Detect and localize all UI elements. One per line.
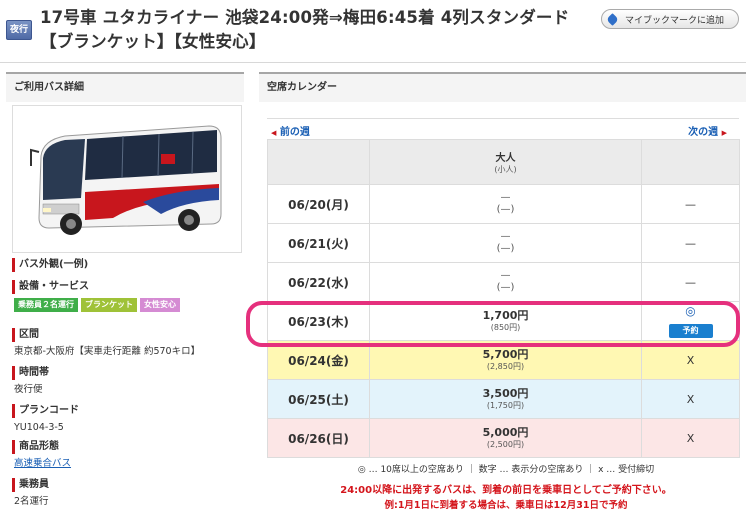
route-label: 区間 [12, 328, 200, 342]
row-fare: — (—) [369, 262, 642, 302]
adult-fare: 5,000円 [482, 425, 529, 439]
adult-fare: — [500, 270, 511, 281]
row-date: 06/23(木) [267, 301, 370, 341]
row-date: 06/22(水) [267, 262, 370, 302]
child-label: (小人) [494, 165, 517, 174]
row-status: ◎ 予約 [641, 301, 740, 341]
child-fare: (2,850円) [486, 361, 525, 371]
next-week-label: 次の週 [688, 127, 719, 138]
date-column-header [267, 139, 370, 185]
bus-details-panel: ご利用バス詳細 バス外観(一例) 設備・サービス 乗務員２名運行 ブランケット … [6, 72, 244, 512]
availability-calendar: ◀ 前の週 次の週 ▶ 大人 (小人) 06/20(月) — (—) — 06/… [267, 118, 740, 458]
page-header: 夜行 17号車 ユタカライナー 池袋24:00発⇒梅田6:45着 4列スタンダー… [0, 0, 746, 63]
facility-tags: 乗務員２名運行 ブランケット 女性安心 [14, 298, 180, 312]
table-row: 06/26(日) 5,000円 (2,500円) X [267, 418, 740, 458]
time-section: 時間帯 夜行便 [12, 366, 49, 397]
child-fare: (850円) [490, 322, 521, 332]
product-type-section: 商品形態 高速乗合バス [12, 440, 71, 471]
bus-illustration [30, 125, 222, 235]
calendar-legend: ◎ … 10席以上の空席あり ｜ 数字 … 表示分の空席あり ｜ x … 受付締… [357, 465, 655, 475]
table-row-highlighted: 06/23(木) 1,700円 (850円) ◎ 予約 [267, 301, 740, 341]
photo-caption-section: バス外観(一例) [12, 258, 88, 272]
table-row: 06/22(水) — (—) — [267, 262, 740, 302]
row-date: 06/21(火) [267, 223, 370, 263]
row-status: — [641, 184, 740, 224]
row-fare: 5,000円 (2,500円) [369, 418, 642, 458]
bus-details-heading: ご利用バス詳細 [6, 72, 244, 102]
departure-notice: 24:00以降に出発するバスは、到着の前日を乗車日としてご予約下さい。 [340, 485, 672, 496]
table-row: 06/25(土) 3,500円 (1,750円) X [267, 379, 740, 419]
row-status: X [641, 379, 740, 419]
fare-column-header: 大人 (小人) [369, 139, 642, 185]
night-bus-badge: 夜行 [6, 20, 32, 40]
adult-fare: 5,700円 [482, 347, 529, 361]
child-fare: (—) [496, 204, 515, 215]
crew-section: 乗務員 2名運行 [12, 478, 49, 509]
prev-week-label: 前の週 [279, 127, 310, 138]
photo-caption: バス外観(一例) [12, 258, 88, 272]
add-bookmark-label: マイブックマークに追加 [625, 15, 725, 26]
child-fare: (1,750円) [486, 400, 525, 410]
table-row: 06/20(月) — (—) — [267, 184, 740, 224]
calendar-heading: 空席カレンダー [259, 72, 746, 102]
departure-example: 例:1月1日に到着する場合は、乗車日は12月31日で予約 [384, 500, 628, 511]
time-label: 時間帯 [12, 366, 49, 380]
triangle-right-icon: ▶ [721, 129, 727, 137]
row-fare: — (—) [369, 184, 642, 224]
child-fare: (—) [496, 243, 515, 254]
row-date: 06/20(月) [267, 184, 370, 224]
row-status: — [641, 262, 740, 302]
plan-code-label: プランコード [12, 404, 79, 418]
tag-two-drivers: 乗務員２名運行 [14, 298, 78, 312]
adult-label: 大人 [495, 153, 516, 164]
child-fare: (2,500円) [486, 439, 525, 449]
time-value: 夜行便 [14, 384, 43, 395]
row-status: — [641, 223, 740, 263]
add-bookmark-button[interactable]: マイブックマークに追加 [601, 9, 739, 29]
calendar-table: 大人 (小人) 06/20(月) — (—) — 06/21(火) — (—) [267, 139, 740, 458]
row-status: X [641, 340, 740, 380]
adult-fare: 3,500円 [482, 386, 529, 400]
table-row: 06/21(火) — (—) — [267, 223, 740, 263]
row-date: 06/26(日) [267, 418, 370, 458]
adult-fare: — [500, 231, 511, 242]
adult-fare: 1,700円 [482, 308, 529, 322]
row-fare: — (—) [369, 223, 642, 263]
plan-code-value: YU104-3-5 [14, 422, 64, 433]
tag-women-safe: 女性安心 [140, 298, 180, 312]
crew-label: 乗務員 [12, 478, 49, 492]
status-column-header [641, 139, 740, 185]
prev-week-link[interactable]: ◀ 前の週 [271, 123, 310, 138]
product-type-label: 商品形態 [12, 440, 71, 454]
product-type-link[interactable]: 高速乗合バス [14, 457, 71, 471]
plan-code-section: プランコード YU104-3-5 [12, 404, 79, 435]
row-fare: 5,700円 (2,850円) [369, 340, 642, 380]
page-title: 17号車 ユタカライナー 池袋24:00発⇒梅田6:45着 4列スタンダード【ブ… [40, 8, 570, 51]
bookmark-pin-icon [606, 12, 619, 26]
crew-value: 2名運行 [14, 496, 49, 507]
adult-fare: — [500, 192, 511, 203]
bus-photo [12, 105, 242, 253]
route-section: 区間 東京都-大阪府【実車走行距離 約570キロ】 [12, 328, 200, 359]
availability-mark: ◎ [685, 303, 696, 318]
week-navigation: ◀ 前の週 次の週 ▶ [267, 118, 739, 139]
next-week-link[interactable]: 次の週 ▶ [688, 123, 727, 138]
tag-blanket: ブランケット [81, 298, 137, 312]
reserve-button[interactable]: 予約 [668, 323, 713, 338]
calendar-header-row: 大人 (小人) [267, 139, 740, 185]
table-row: 06/24(金) 5,700円 (2,850円) X [267, 340, 740, 380]
child-fare: (—) [496, 282, 515, 293]
route-value: 東京都-大阪府【実車走行距離 約570キロ】 [14, 346, 201, 357]
row-status: X [641, 418, 740, 458]
row-fare: 1,700円 (850円) [369, 301, 642, 341]
row-date: 06/24(金) [267, 340, 370, 380]
row-date: 06/25(土) [267, 379, 370, 419]
row-fare: 3,500円 (1,750円) [369, 379, 642, 419]
facilities-label: 設備・サービス [12, 280, 180, 294]
facilities-section: 設備・サービス 乗務員２名運行 ブランケット 女性安心 [12, 280, 180, 312]
triangle-left-icon: ◀ [271, 129, 277, 137]
